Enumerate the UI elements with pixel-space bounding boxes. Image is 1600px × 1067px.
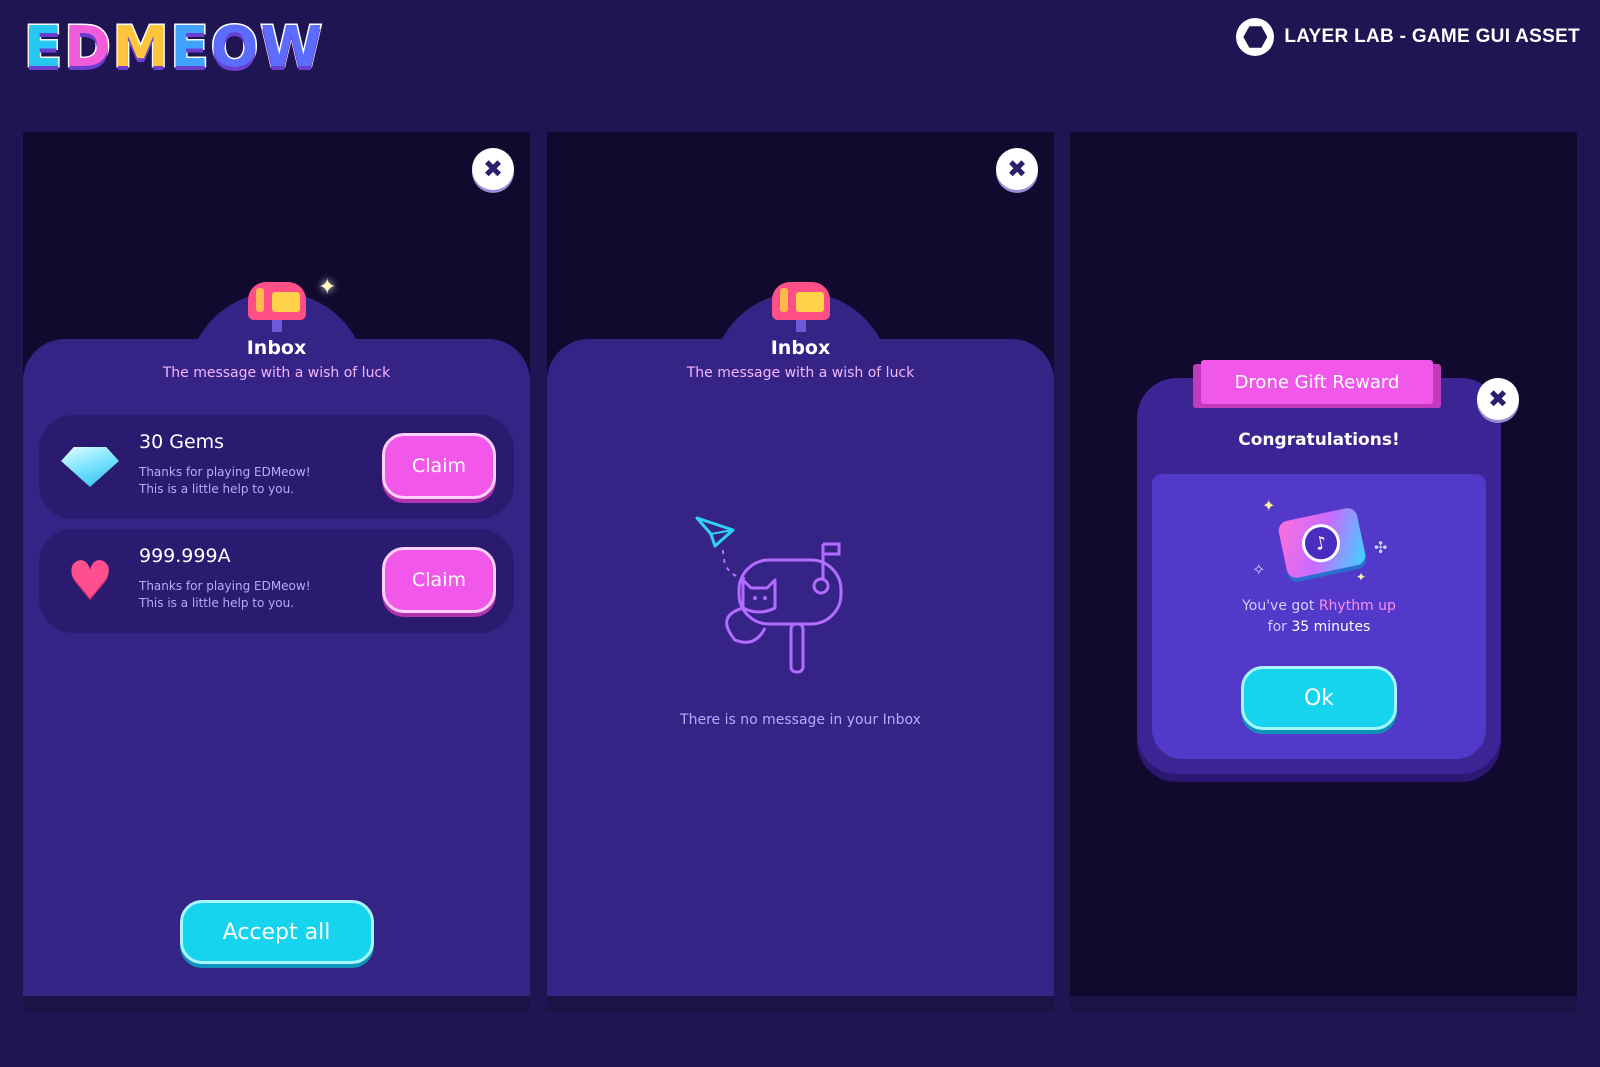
gem-icon [59, 439, 121, 495]
message-item: ♥ 999.999A Thanks for playing EDMeow! Th… [39, 529, 514, 633]
message-text: Thanks for playing EDMeow! [139, 579, 311, 593]
inbox-subtitle: The message with a wish of luck [162, 365, 391, 381]
logo-letter: M [111, 15, 170, 80]
empty-mailbox-illustration [695, 516, 843, 674]
close-button[interactable]: ✖ [1477, 378, 1519, 420]
logo-letter: E [169, 15, 210, 80]
edmeow-logo: E D M E O W [22, 15, 324, 80]
logo-letter: O [209, 15, 260, 80]
claim-button[interactable]: Claim [382, 433, 496, 499]
claim-button[interactable]: Claim [382, 547, 496, 613]
close-button[interactable]: ✖ [996, 148, 1038, 190]
reward-ribbon-title: Drone Gift Reward [1201, 360, 1433, 404]
message-title: 999.999A [139, 545, 231, 567]
message-item: 30 Gems Thanks for playing EDMeow! This … [39, 415, 514, 519]
music-note-icon: ♪ [1298, 520, 1344, 566]
paper-plane-icon [695, 516, 735, 548]
inbox-title: Inbox [246, 337, 307, 359]
sparkle-icon: ✦ [1262, 496, 1276, 515]
message-title: 30 Gems [139, 431, 225, 453]
ok-button[interactable]: Ok [1241, 666, 1397, 730]
close-icon: ✖ [1006, 155, 1028, 183]
rhythm-ticket-icon: ♪ [1276, 506, 1368, 580]
empty-inbox-panel: ✖ Inbox The message with a wish of luck … [547, 132, 1054, 1012]
reward-panel: Drone Gift Reward ✖ Congratulations! ✦ ✧… [1070, 132, 1577, 1012]
sparkle-icon: ✦ [1356, 570, 1367, 584]
reward-item-name: Rhythm up [1318, 598, 1396, 614]
close-icon: ✖ [1487, 385, 1509, 413]
logo-letter: E [22, 15, 63, 80]
brand-label: LAYER LAB - GAME GUI ASSET [1284, 26, 1580, 47]
brand-label-group: LAYER LAB - GAME GUI ASSET [1236, 18, 1580, 56]
empty-inbox-text: There is no message in your Inbox [680, 712, 921, 728]
heart-icon: ♥ [66, 551, 114, 611]
message-text: This is a little help to you. [139, 482, 294, 496]
inbox-subtitle: The message with a wish of luck [686, 365, 915, 381]
inbox-title: Inbox [770, 337, 831, 359]
reward-duration: 35 minutes [1291, 619, 1371, 635]
close-button[interactable]: ✖ [472, 148, 514, 190]
congrats-heading: Congratulations! [1238, 430, 1400, 450]
reward-popup: Drone Gift Reward ✖ Congratulations! ✦ ✧… [1137, 360, 1519, 774]
mailbox-icon [247, 282, 306, 332]
inbox-panel: ✖ ✦ Inbox The message with a wish of luc… [23, 132, 530, 1012]
mailbox-icon [771, 282, 830, 332]
cat-icon [741, 578, 777, 614]
reward-content-box: ✦ ✧ ✣ ✦ ♪ You've got Rhythm up for 35 mi… [1152, 474, 1486, 759]
message-text: Thanks for playing EDMeow! [139, 465, 311, 479]
message-text: This is a little help to you. [139, 596, 294, 610]
close-icon: ✖ [482, 155, 504, 183]
sparkle-icon: ✣ [1374, 538, 1388, 557]
logo-letter: D [63, 15, 113, 80]
sparkle-icon: ✦ [318, 275, 337, 300]
reward-description-line2: for 35 minutes [1267, 619, 1371, 635]
logo-letter: W [259, 15, 324, 80]
sparkle-icon: ✧ [1252, 560, 1266, 579]
accept-all-button[interactable]: Accept all [179, 900, 374, 964]
layer-lab-logo-icon [1236, 18, 1275, 56]
reward-description-line1: You've got Rhythm up [1242, 598, 1396, 614]
